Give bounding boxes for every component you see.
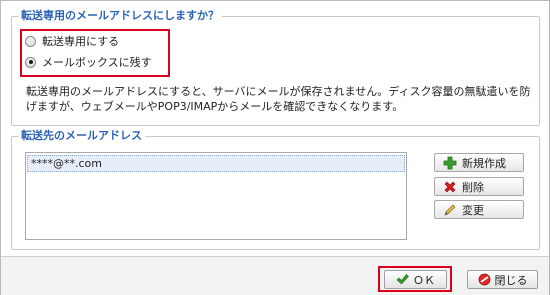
- radio-keep-in-mailbox-circle[interactable]: [25, 56, 36, 68]
- delete-x-icon: [443, 180, 457, 194]
- radio-keep-in-mailbox-label: メールボックスに残す: [42, 56, 152, 69]
- forward-mode-description: 転送専用のメールアドレスにすると、サーバにメールが保存されません。ディスク容量の…: [26, 85, 531, 113]
- plus-icon: [443, 156, 457, 170]
- pencil-icon: [443, 203, 457, 217]
- new-button-label: 新規作成: [462, 156, 506, 170]
- delete-button-label: 削除: [462, 180, 484, 194]
- forward-address-list[interactable]: ****@**.com: [25, 152, 407, 240]
- no-entry-icon: [478, 273, 491, 286]
- ok-button[interactable]: ＯＫ: [384, 270, 447, 289]
- edit-button-label: 変更: [462, 203, 484, 217]
- close-button[interactable]: 閉じる: [467, 270, 538, 289]
- radio-forward-only-circle[interactable]: [25, 35, 36, 47]
- forward-targets-legend: 転送先のメールアドレス: [18, 129, 145, 143]
- radio-keep-in-mailbox[interactable]: メールボックスに残す: [25, 53, 152, 71]
- delete-button[interactable]: 削除: [434, 177, 524, 196]
- list-item[interactable]: ****@**.com: [27, 155, 405, 172]
- forward-mode-group: 転送専用のメールアドレスにしますか？ 転送専用にする メールボックスに残す 転送…: [11, 9, 540, 126]
- radio-forward-only-label: 転送専用にする: [42, 35, 120, 48]
- new-button[interactable]: 新規作成: [434, 153, 524, 172]
- radio-forward-only[interactable]: 転送専用にする: [25, 32, 119, 50]
- edit-button[interactable]: 変更: [434, 200, 524, 219]
- close-button-label: 閉じる: [494, 273, 528, 287]
- ok-button-label: ＯＫ: [413, 273, 435, 287]
- check-icon: [396, 273, 409, 286]
- dialog: 転送専用のメールアドレスにしますか？ 転送専用にする メールボックスに残す 転送…: [0, 0, 550, 295]
- forward-mode-legend: 転送専用のメールアドレスにしますか？: [18, 9, 222, 23]
- forward-targets-group: 転送先のメールアドレス ****@**.com 新規作成 削除 変更: [11, 129, 540, 250]
